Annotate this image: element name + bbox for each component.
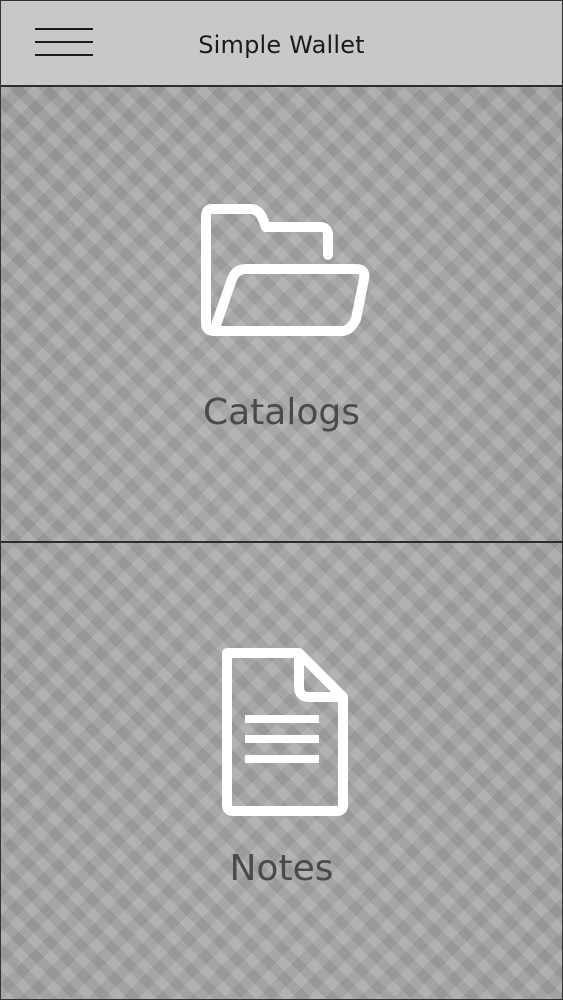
notes-label: Notes <box>229 848 334 889</box>
page-title: Simple Wallet <box>198 31 365 59</box>
app-header: Simple Wallet <box>1 1 562 87</box>
app-screen: Simple Wallet Catalogs Notes <box>0 0 563 1000</box>
catalogs-label: Catalogs <box>202 392 360 433</box>
folder-open-icon <box>192 199 372 339</box>
notes-tile[interactable]: Notes <box>1 543 562 999</box>
menu-bar-top <box>35 28 93 30</box>
document-icon <box>207 643 357 818</box>
catalogs-tile[interactable]: Catalogs <box>1 87 562 543</box>
